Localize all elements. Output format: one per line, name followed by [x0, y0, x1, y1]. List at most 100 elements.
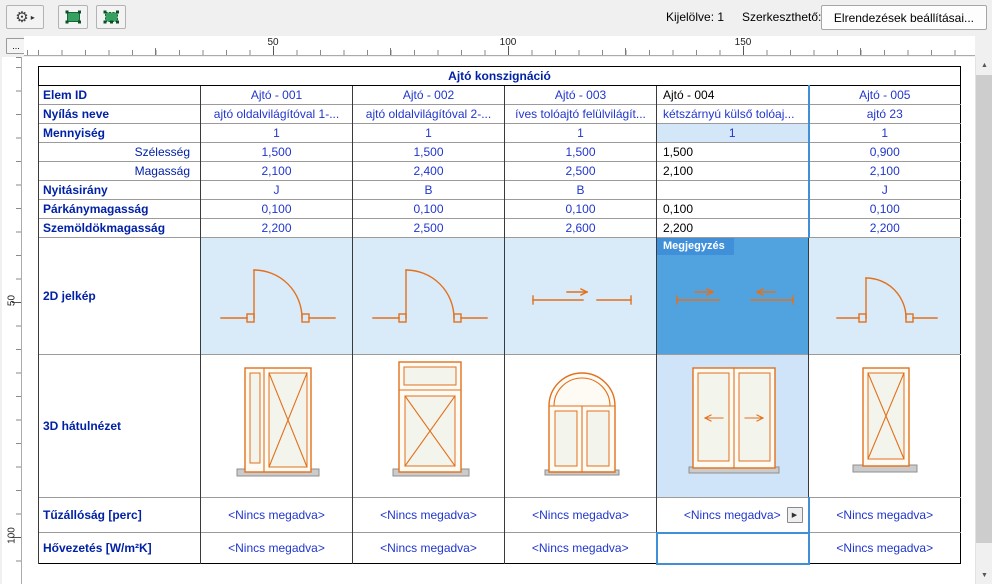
- table-cell[interactable]: <Nincs megadva>: [505, 533, 657, 564]
- table-cell[interactable]: J: [201, 181, 353, 200]
- 2d-swing-door-icon: [357, 242, 505, 350]
- table-row: Szélesség 1,500 1,500 1,500 1,500 0,900: [39, 143, 961, 162]
- table-cell[interactable]: íves tolóajtó felülvilágít...: [505, 105, 657, 124]
- table-cell[interactable]: Ajtó - 005: [809, 86, 961, 105]
- 3d-view-cell-selected[interactable]: [657, 355, 809, 498]
- horizontal-ruler: 50 100 150: [24, 36, 975, 56]
- table-cell[interactable]: 2,400: [353, 162, 505, 181]
- row-label-3d-view: 3D hátulnézet: [39, 355, 201, 498]
- table-cell-selected[interactable]: 1: [657, 124, 809, 143]
- select-marquee-button[interactable]: [58, 5, 88, 29]
- row-label-fire-rating: Tűzállóság [perc]: [39, 498, 201, 533]
- scrollbar-thumb[interactable]: [976, 75, 992, 543]
- table-cell[interactable]: 2,100: [201, 162, 353, 181]
- 3d-view-cell[interactable]: [201, 355, 353, 498]
- table-row: Tűzállóság [perc] <Nincs megadva> <Nincs…: [39, 498, 961, 533]
- vertical-scrollbar[interactable]: ▲ ▼: [975, 57, 992, 584]
- table-cell[interactable]: <Nincs megadva>: [201, 533, 353, 564]
- table-cell[interactable]: <Nincs megadva>: [505, 498, 657, 533]
- table-cell[interactable]: <Nincs megadva>: [353, 498, 505, 533]
- row-label-quantity: Mennyiség: [39, 124, 201, 143]
- table-row: Hővezetés [W/m²K] <Nincs megadva> <Nincs…: [39, 533, 961, 564]
- table-cell[interactable]: 2,500: [353, 219, 505, 238]
- 2d-symbol-cell-selected[interactable]: Megjegyzés: [657, 238, 809, 355]
- table-cell[interactable]: 2,100: [809, 162, 961, 181]
- row-label-elem-id: Elem ID: [39, 86, 201, 105]
- table-cell[interactable]: Ajtó - 003: [505, 86, 657, 105]
- 2d-symbol-cell[interactable]: [353, 238, 505, 355]
- table-cell[interactable]: 1,500: [201, 143, 353, 162]
- ruler-mark-v50: 50: [7, 291, 18, 311]
- table-cell-selected[interactable]: 2,200: [657, 219, 809, 238]
- table-cell[interactable]: 2,200: [201, 219, 353, 238]
- table-cell[interactable]: 0,900: [809, 143, 961, 162]
- table-cell[interactable]: 0,100: [353, 200, 505, 219]
- 2d-symbol-cell[interactable]: [201, 238, 353, 355]
- 3d-single-door-icon: [813, 356, 961, 496]
- table-cell[interactable]: 0,100: [201, 200, 353, 219]
- table-cell[interactable]: ajtó 23: [809, 105, 961, 124]
- table-cell[interactable]: Ajtó - 001: [201, 86, 353, 105]
- ruler-options-button[interactable]: ...: [6, 38, 26, 54]
- door-schedule-table: Ajtó konszignáció Elem ID Ajtó - 001 Ajt…: [38, 66, 961, 565]
- layout-settings-button[interactable]: Elrendezések beállításai...: [821, 5, 987, 30]
- table-cell-editing[interactable]: [657, 533, 809, 564]
- table-cell[interactable]: Ajtó - 002: [353, 86, 505, 105]
- table-cell[interactable]: J: [809, 181, 961, 200]
- table-cell-selected[interactable]: kétszárnyú külső tolóaj...: [657, 105, 809, 124]
- row-label-heat-transfer: Hővezetés [W/m²K]: [39, 533, 201, 564]
- table-cell[interactable]: ajtó oldalvilágítóval 1-...: [201, 105, 353, 124]
- table-cell[interactable]: <Nincs megadva>: [809, 533, 961, 564]
- 3d-view-cell[interactable]: [353, 355, 505, 498]
- scroll-down-button[interactable]: ▼: [976, 567, 992, 584]
- table-row: Magasság 2,100 2,400 2,500 2,100 2,100: [39, 162, 961, 181]
- table-cell[interactable]: 1: [505, 124, 657, 143]
- table-cell-selected[interactable]: 2,100: [657, 162, 809, 181]
- table-cell[interactable]: <Nincs megadva>: [809, 498, 961, 533]
- toolbar: ⚙ ▸ Kijelölve: 1 Szerkeszthető: 1 Elrend…: [0, 0, 992, 34]
- table-cell-selected[interactable]: [657, 181, 809, 200]
- table-cell-selected[interactable]: 0,100: [657, 200, 809, 219]
- table-row: Mennyiség 1 1 1 1 1: [39, 124, 961, 143]
- ruler-mark-100: 100: [500, 37, 517, 48]
- ruler-minor-ticks: [24, 50, 975, 55]
- comment-tag[interactable]: Megjegyzés: [657, 238, 734, 255]
- table-cell-selected[interactable]: <Nincs megadva> ▶: [657, 498, 809, 533]
- editable-count-label: Szerkeszthető: 1: [742, 10, 831, 24]
- table-cell[interactable]: 0,100: [505, 200, 657, 219]
- table-cell[interactable]: 1: [201, 124, 353, 143]
- 2d-swing-door-icon: [813, 242, 961, 350]
- expand-options-button[interactable]: ▶: [787, 507, 803, 523]
- table-cell[interactable]: B: [353, 181, 505, 200]
- table-cell[interactable]: 1,500: [353, 143, 505, 162]
- row-label-header-height: Szemöldökmagasság: [39, 219, 201, 238]
- scroll-up-icon: ▲: [981, 62, 988, 69]
- scroll-down-icon: ▼: [981, 572, 988, 579]
- table-cell[interactable]: ajtó oldalvilágítóval 2-...: [353, 105, 505, 124]
- table-cell-selected[interactable]: Ajtó - 004: [657, 86, 809, 105]
- table-cell[interactable]: 2,600: [505, 219, 657, 238]
- table-cell[interactable]: 1: [353, 124, 505, 143]
- scroll-up-button[interactable]: ▲: [976, 57, 992, 74]
- row-label-opening-direction: Nyitásirány: [39, 181, 201, 200]
- table-cell[interactable]: 2,500: [505, 162, 657, 181]
- table-cell-selected[interactable]: 1,500: [657, 143, 809, 162]
- table-row: Elem ID Ajtó - 001 Ajtó - 002 Ajtó - 003…: [39, 86, 961, 105]
- table-cell[interactable]: 0,100: [809, 200, 961, 219]
- table-cell[interactable]: <Nincs megadva>: [201, 498, 353, 533]
- settings-gear-button[interactable]: ⚙ ▸: [6, 5, 44, 29]
- 3d-view-cell[interactable]: [505, 355, 657, 498]
- schedule-canvas[interactable]: Ajtó konszignáció Elem ID Ajtó - 001 Ajt…: [22, 57, 975, 584]
- table-cell[interactable]: B: [505, 181, 657, 200]
- table-cell[interactable]: 1,500: [505, 143, 657, 162]
- ruler-minor-ticks: [16, 57, 21, 584]
- table-cell[interactable]: 1: [809, 124, 961, 143]
- 2d-symbol-cell[interactable]: [809, 238, 961, 355]
- 3d-view-cell[interactable]: [809, 355, 961, 498]
- 2d-symbol-cell[interactable]: [505, 238, 657, 355]
- expand-arrow-icon: ▶: [792, 511, 797, 519]
- edit-selection-button[interactable]: [96, 5, 126, 29]
- marquee-select-icon: [65, 10, 82, 24]
- table-cell[interactable]: 2,200: [809, 219, 961, 238]
- table-cell[interactable]: <Nincs megadva>: [353, 533, 505, 564]
